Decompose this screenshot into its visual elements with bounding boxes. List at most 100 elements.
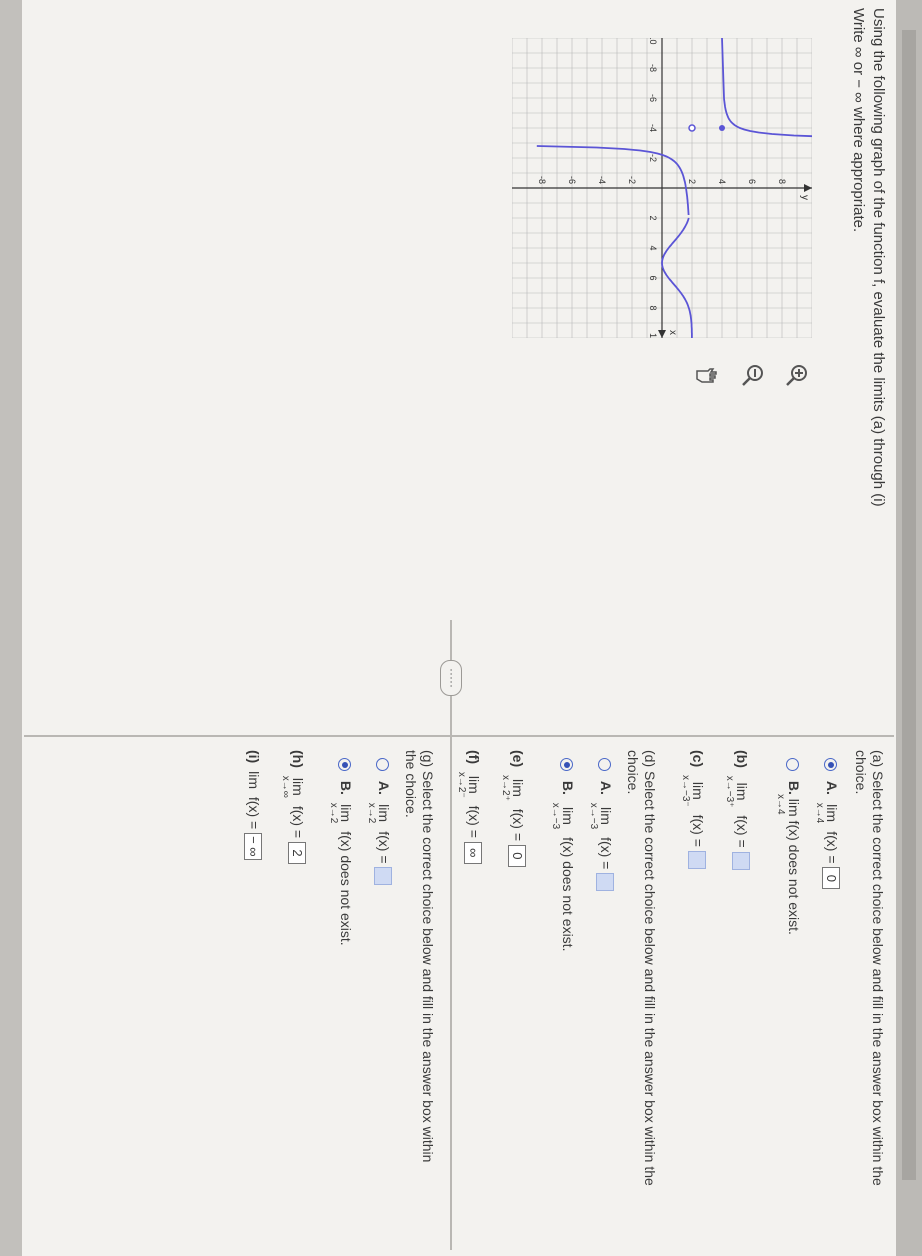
lim-subscript: x→−3 [588, 802, 599, 830]
x-tick-label: -8 [648, 64, 658, 72]
y-tick-label: 2 [687, 179, 697, 184]
part-i-answer-box[interactable]: − ∞ [243, 833, 262, 860]
part-f-label: (f) [466, 750, 482, 764]
y-tick-label: 8 [777, 179, 787, 184]
x-tick-label: 8 [648, 305, 658, 310]
lim-subscript: x→2⁺ [500, 775, 511, 801]
part-a-answer-box[interactable]: 0 [821, 867, 840, 890]
lim-word: lim [466, 775, 482, 794]
part-c-answer-box[interactable] [687, 850, 706, 869]
lim-word: lim [338, 804, 354, 822]
part-e-answer-box[interactable]: 0 [507, 844, 526, 867]
part-g-radio-b[interactable] [338, 758, 352, 771]
lim-word: lim [734, 782, 750, 801]
x-tick-label: 6 [648, 275, 658, 280]
top-bar [896, 0, 922, 1256]
part-d-radio-a[interactable] [598, 758, 612, 771]
part-e-label: (e) [510, 750, 526, 768]
part-g-option-b-text: f(x) does not exist. [338, 831, 354, 946]
part-a-option-a[interactable]: A. lim x→4 f(x) = 0 [814, 758, 840, 890]
part-d-option-b-label: B. [560, 780, 576, 795]
lim-word: lim [824, 804, 840, 822]
limit-expression: lim x→∞ [280, 776, 306, 798]
part-d-option-a-label: A. [598, 780, 614, 795]
x-tick-label: -2 [648, 154, 658, 162]
part-a-option-b-label: B. [786, 780, 802, 795]
part-a-option-a-label: A. [824, 780, 840, 795]
lim-subscript: x→2 [328, 802, 339, 824]
screen-rotated: Using the following graph of the functio… [0, 0, 922, 1256]
fx-text: f(x) = [290, 805, 306, 839]
part-g-prompt-line-1: (g) Select the correct choice below and … [420, 750, 436, 1163]
part-h: (h) lim x→∞ f(x) = 2 [280, 750, 306, 864]
x-tick-label: -6 [648, 94, 658, 102]
fx-text: f(x) = [376, 831, 392, 864]
y-tick-label: -8 [537, 176, 547, 184]
lim-subscript: x→4 [814, 802, 825, 824]
part-d-answer-box[interactable] [595, 873, 614, 892]
lim-word: lim [510, 778, 526, 797]
y-tick-label: -4 [597, 176, 607, 184]
horizontal-divider [450, 620, 452, 1250]
fx-text: f(x) = [734, 815, 750, 848]
lim-subscript: x→−3⁻ [680, 775, 691, 807]
bottom-bar [0, 0, 22, 1256]
part-g-radio-a[interactable] [376, 758, 390, 771]
top-bar-inner [902, 30, 916, 1180]
zoom-in-icon[interactable] [782, 360, 812, 390]
part-i-label: (i) [246, 750, 262, 764]
x-tick-label: 4 [648, 245, 658, 250]
y-tick-label: -2 [627, 176, 637, 184]
y-axis-label: y [799, 195, 810, 200]
limit-expression: lim x→2 [328, 803, 354, 824]
limit-expression: lim x→4 [814, 803, 840, 824]
graph-tools [612, 360, 812, 400]
y-tick-label: 4 [717, 179, 727, 184]
zoom-out-icon[interactable] [738, 360, 768, 390]
part-b-answer-box[interactable] [731, 851, 750, 870]
part-g-option-b[interactable]: B. lim x→2 f(x) does not exist. [328, 758, 354, 946]
part-g-option-b-label: B. [338, 780, 354, 795]
lim-subscript: x→−3 [550, 802, 561, 830]
lim-subscript: x→∞ [280, 775, 291, 798]
part-g-answer-box[interactable] [373, 867, 392, 886]
hand-pointer-icon[interactable] [692, 360, 722, 390]
part-c-label: (c) [690, 750, 706, 768]
part-h-answer-box[interactable]: 2 [287, 841, 306, 864]
part-f-answer-box[interactable]: ∞ [463, 841, 482, 864]
part-c: (c) lim x→−3⁻ f(x) = [680, 750, 706, 869]
part-a-radio-b[interactable] [786, 758, 800, 771]
panel-resize-button[interactable]: ····· [440, 660, 462, 696]
fx-text: f(x) = [598, 837, 614, 870]
x-tick-label: -4 [648, 124, 658, 132]
curve-middle-branch [536, 145, 690, 216]
lim-subscript: x→4 [775, 794, 786, 815]
part-d-radio-b[interactable] [560, 758, 574, 771]
lim-word: lim [376, 804, 392, 822]
instructions-line-1: Using the following graph of the functio… [870, 8, 887, 507]
function-graph: y x -10 -8 -6 -4 -2 2 4 6 8 10 8 6 4 2 -2 -4 -6 -8 [512, 38, 812, 338]
vertical-divider [24, 735, 894, 737]
x-tick-label: 10 [648, 333, 658, 338]
part-d-option-a[interactable]: A. lim x→−3 f(x) = [588, 758, 614, 892]
part-g-option-a[interactable]: A. lim x→2 f(x) = [366, 758, 392, 886]
part-h-label: (h) [290, 750, 306, 768]
part-a-option-b[interactable]: B. lim f(x) does not exist. x→4 [775, 758, 802, 935]
lim-subscript: x→2⁻ [456, 771, 467, 798]
fx-text: f(x) = [466, 805, 482, 838]
instructions-line-2: Write ∞ or − ∞ where appropriate. [850, 8, 867, 233]
part-e: (e) lim x→2⁺ f(x) = 0 [500, 750, 526, 867]
part-d-option-b[interactable]: B. lim x→−3 f(x) does not exist. [550, 758, 576, 951]
x-axis-arrow-icon [658, 330, 666, 338]
lim-word: lim [290, 777, 306, 796]
limit-expression: lim x→2⁺ [500, 775, 526, 801]
fx-text: f(x) = [246, 796, 262, 830]
part-d-prompt: (d) Select the correct choice below and … [625, 750, 658, 1186]
limit-expression: lim x→−3⁺ [724, 776, 750, 808]
lim-subscript: x→−3⁺ [724, 775, 735, 808]
lim-word: lim [598, 807, 614, 825]
part-a-prompt: (a) Select the correct choice below and … [853, 750, 886, 1186]
part-a-radio-a[interactable] [824, 758, 838, 771]
limit-expression: lim x→−3 [550, 803, 576, 829]
part-g-option-a-label: A. [376, 780, 392, 795]
